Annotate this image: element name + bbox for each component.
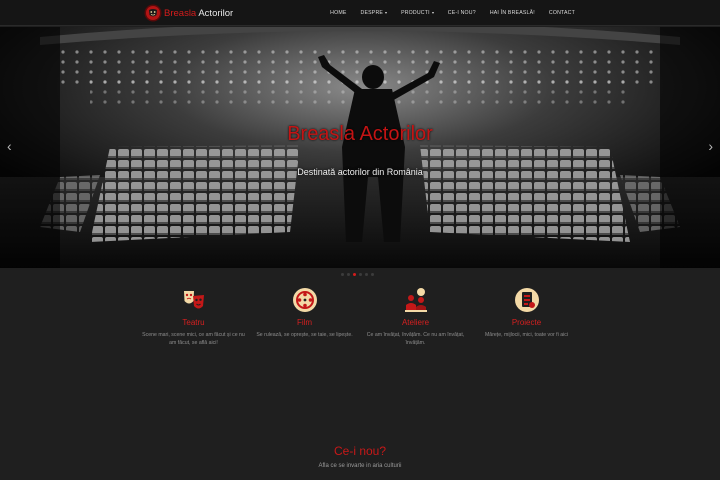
news-title: Ce-i nou? <box>333 444 387 458</box>
projects-icon <box>514 288 539 312</box>
feature-description: Mărețe, mijlocii, mici, toate vor fi aic… <box>484 332 569 338</box>
carousel-dot[interactable] <box>371 273 374 276</box>
carousel-indicators <box>341 273 374 276</box>
hero-title: Breasla Actorilor <box>287 123 433 145</box>
nav-item-despre[interactable]: DESPRE <box>354 10 395 16</box>
feature-film[interactable]: Film Se rulează, se oprește, se taie, se… <box>249 286 360 347</box>
chevron-left-icon[interactable]: ‹ <box>7 139 12 153</box>
feature-description: Scene mari, scene mici, ce am făcut și c… <box>142 332 245 346</box>
carousel-dot[interactable] <box>341 273 344 276</box>
nav-item-hai-in-breasla[interactable]: HAI ÎN BREASLĂ! <box>483 10 542 16</box>
chevron-right-icon[interactable]: › <box>708 139 713 153</box>
feature-title: Teatru <box>182 318 205 327</box>
hero-subtitle: Destinată actorilor din România <box>297 167 423 177</box>
nav-item-contact[interactable]: CONTACT <box>542 10 582 16</box>
carousel-dot[interactable] <box>353 273 356 276</box>
feature-title: Ateliere <box>401 318 430 327</box>
workshop-icon <box>404 288 427 312</box>
feature-title: Film <box>296 318 313 327</box>
feature-description: Se rulează, se oprește, se taie, se lipe… <box>256 332 353 338</box>
main-nav: HOME DESPRE PRODUCTI CE-I NOU? HAI ÎN BR… <box>323 0 582 26</box>
nav-item-producti[interactable]: PRODUCTI <box>394 10 441 16</box>
hero-carousel: Breasla Actorilor Destinată actorilor di… <box>0 27 720 268</box>
features-section: Teatru Scene mari, scene mici, ce am făc… <box>138 286 582 347</box>
theater-mask-logo-icon <box>144 4 162 22</box>
nav-item-ce-i-nou[interactable]: CE-I NOU? <box>441 10 483 16</box>
caret-down-icon <box>431 12 434 14</box>
nav-item-home[interactable]: HOME <box>323 10 353 16</box>
feature-description: Ce am învățat, învățăm. Ce nu am învățat… <box>366 332 465 346</box>
carousel-dot[interactable] <box>347 273 350 276</box>
brand-name: Breasla Actorilor <box>164 7 234 19</box>
feature-proiecte[interactable]: Proiecte Mărețe, mijlocii, mici, toate v… <box>471 286 582 347</box>
news-subtitle: Afla ce se invarte in aria culturii <box>318 463 402 469</box>
feature-teatru[interactable]: Teatru Scene mari, scene mici, ce am făc… <box>138 286 249 347</box>
carousel-dot[interactable] <box>365 273 368 276</box>
theater-auditorium-image <box>0 27 720 268</box>
feature-ateliere[interactable]: Ateliere Ce am învățat, învățăm. Ce nu a… <box>360 286 471 347</box>
caret-down-icon <box>385 12 388 14</box>
film-reel-icon <box>292 288 317 312</box>
carousel-dot[interactable] <box>359 273 362 276</box>
feature-title: Proiecte <box>511 318 542 327</box>
navbar: Breasla Actorilor HOME DESPRE PRODUCTI C… <box>0 0 720 26</box>
brand-link[interactable]: Breasla Actorilor <box>144 3 233 23</box>
theater-masks-icon <box>183 291 204 309</box>
